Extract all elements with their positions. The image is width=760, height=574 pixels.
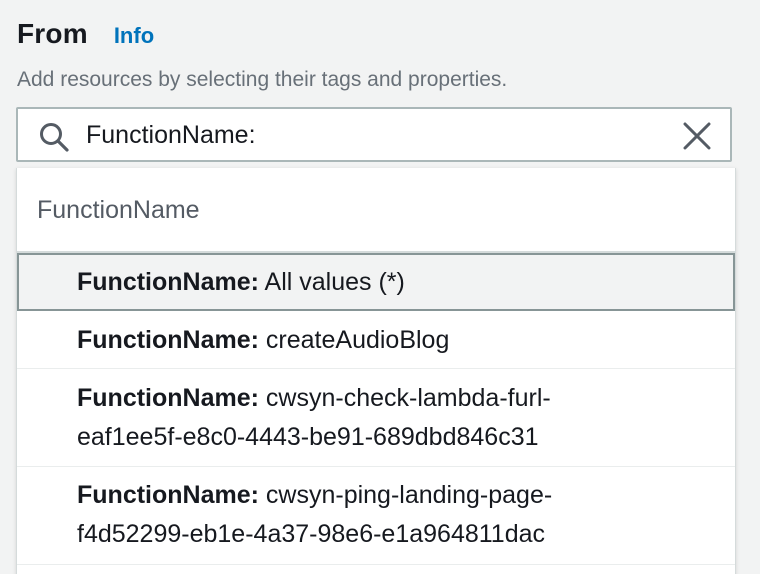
option-value: All values (*) <box>264 268 405 296</box>
section-title: From <box>17 18 88 49</box>
info-link[interactable]: Info <box>114 23 154 49</box>
option-cwsyn-ping-landing-page[interactable]: FunctionName: cwsyn-ping-landing-page-f4… <box>17 467 735 565</box>
resource-filter-panel: From Info Add resources by selecting the… <box>0 0 760 574</box>
option-key: FunctionName: <box>77 481 259 509</box>
option-cwsyn-check-lambda-furl[interactable]: FunctionName: cwsyn-check-lambda-furl-ea… <box>17 369 735 467</box>
search-icon <box>38 121 70 153</box>
option-all-values[interactable]: FunctionName: All values (*) <box>17 253 735 311</box>
property-filter-search[interactable] <box>16 107 732 162</box>
option-key: FunctionName: <box>77 384 259 412</box>
autosuggest-dropdown: FunctionName FunctionName: All values (*… <box>16 168 736 574</box>
option-key: FunctionName: <box>77 326 259 354</box>
section-description: Add resources by selecting their tags an… <box>17 68 508 91</box>
section-header: From Info <box>17 18 154 50</box>
option-value: createAudioBlog <box>265 326 450 354</box>
option-group-label: FunctionName <box>37 196 200 224</box>
option-key: FunctionName: <box>77 268 259 296</box>
option-create-audio-blog[interactable]: FunctionName: createAudioBlog <box>17 311 735 369</box>
close-icon[interactable] <box>682 121 712 151</box>
search-input[interactable] <box>86 115 666 155</box>
